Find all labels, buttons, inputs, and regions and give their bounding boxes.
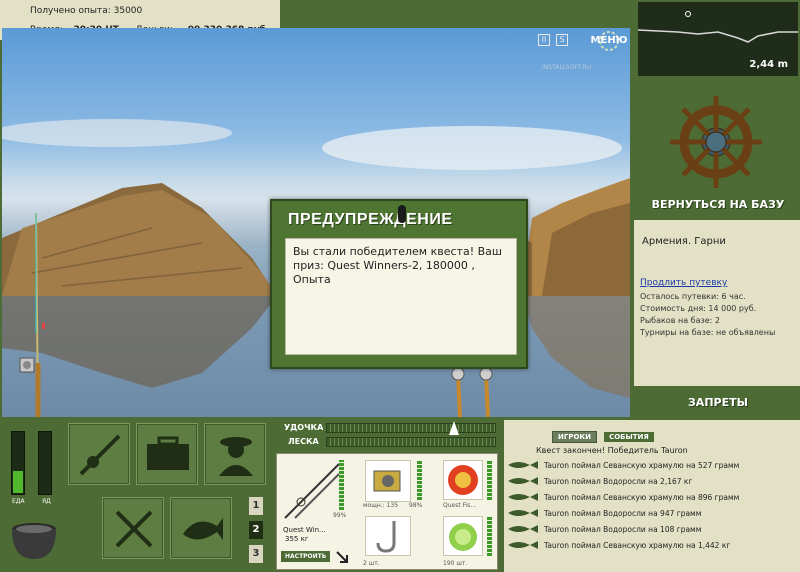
fish-icon [508,525,538,533]
line-slot[interactable] [443,460,483,500]
reel-icon [373,470,401,492]
location-panel: Армения. Гарни Продлить путевку Осталось… [634,220,800,386]
voucher-remaining: Осталось путевки: 6 час. [640,292,746,301]
arrow-icon [336,551,348,563]
fish-icon [508,461,538,469]
rod-tension-bar [326,421,496,435]
fish-icon [508,509,538,517]
quest-finished-text: Квест закончен! Победитель Tauron [536,446,688,455]
sound-icon[interactable]: S [556,34,568,46]
tab-players[interactable]: ИГРОКИ [552,431,597,443]
warning-dialog[interactable]: ПРЕДУПРЕЖДЕНИЕ Вы стали победителем квес… [270,199,528,369]
poison-meter [38,431,52,495]
reel-slot[interactable] [365,460,411,502]
ship-wheel-icon[interactable] [666,92,766,192]
food-meter [11,431,25,495]
line-tension-label: ЛЕСКА [288,437,319,446]
event-text: Tauron поймал Севанскую храмулю на 527 г… [544,461,740,470]
setup-button[interactable]: НАСТРОИТЬ [281,551,331,562]
slider-pointer-icon [449,421,459,435]
reel-power: мощн.: 135 [363,502,399,509]
rod-slot-2[interactable]: 2 [249,521,263,539]
experience-value: 35000 [113,6,143,16]
tab-events[interactable]: СОБЫТИЯ [604,432,654,442]
depth-value: 2,44 m [749,59,788,70]
right-fishing-rods[interactable] [442,368,502,417]
fisherman-button[interactable] [204,423,266,485]
rod-slot-1[interactable]: 1 [249,497,263,515]
food-label: ЕДА [12,498,25,505]
dialog-title: ПРЕДУПРЕЖДЕНИЕ [288,211,453,228]
pause-icon[interactable]: II [538,34,550,46]
fish-icon [508,477,538,485]
tackle-box-icon [147,436,189,470]
event-row: Tauron поймал Водоросли на 2,167 кг [508,474,798,489]
fish-icon [508,541,538,549]
poison-label: ЯД [42,498,51,505]
tackle-panel: 99% Quest Win... 355 кг НАСТРОИТЬ мощн.:… [276,453,498,570]
fish-icon [183,518,223,540]
fisherman-icon [219,437,253,476]
hook-icon [376,521,396,553]
cauldron-icon[interactable] [6,515,62,565]
left-fishing-rod[interactable] [12,213,52,417]
menu-label: МЕНЮ [590,35,628,46]
knife-fork-icon [115,510,153,548]
menu-button[interactable]: МЕНЮ [588,30,630,52]
line-condition-bar [487,460,492,500]
rod-condition-bar [339,460,344,510]
fish-icon [508,493,538,501]
food-meter-fill [13,471,23,493]
fishing-rod-icon [79,434,121,476]
line-tension-bar [326,437,496,447]
rod-slot-3[interactable]: 3 [249,545,263,563]
event-text: Tauron поймал Севанскую храмулю на 896 г… [544,493,740,502]
event-text: Tauron поймал Водоросли на 2,167 кг [544,477,693,486]
hooks-count: 2 шт. [363,560,380,567]
hook-slot[interactable] [365,516,411,556]
tackle-box-button[interactable] [136,423,198,485]
fish-cage-button[interactable] [170,497,232,559]
rod-percent: 99% [333,512,347,519]
depth-minimap[interactable]: 2,44 m [636,0,800,78]
event-row: Tauron поймал Севанскую храмулю на 527 г… [508,458,798,473]
day-cost: Стоимость дня: 14 000 руб. [640,304,757,313]
event-row: Tauron поймал Водоросли на 947 грамм [508,506,798,521]
event-text: Tauron поймал Севанскую храмулю на 1,442… [544,541,731,550]
return-to-base-button[interactable]: ВЕРНУТЬСЯ НА БАЗУ [636,198,800,211]
event-text: Tauron поймал Водоросли на 947 грамм [544,509,702,518]
location-name: Армения. Гарни [642,236,726,247]
tournaments-on-base: Турниры на базе: не объявлены [640,328,776,337]
rods-button[interactable] [68,423,130,485]
line-name: Quest Fis... [443,502,477,509]
events-tabs: ИГРОКИ СОБЫТИЯ [552,424,656,443]
event-row: Tauron поймал Севанскую храмулю на 896 г… [508,490,798,505]
rod-name: Quest Win... [283,526,326,534]
bait-count: 190 шт. [443,560,468,567]
event-text: Tauron поймал Водоросли на 108 грамм [544,525,702,534]
bait-slot[interactable] [443,516,483,556]
experience-row: Получено опыта: 35000 [30,6,142,16]
rod-tension-label: УДОЧКА [284,423,324,432]
bobber-icon [398,205,406,223]
dialog-message: Вы стали победителем квеста! Ваш приз: Q… [285,238,517,355]
bans-button[interactable]: ЗАПРЕТЫ [636,396,800,409]
experience-label: Получено опыта: [30,6,111,16]
extend-voucher-link[interactable]: Продлить путевку [640,278,727,288]
fishers-on-base: Рыбаков на базе: 2 [640,316,720,325]
rod-image-icon[interactable] [281,458,341,522]
bait-condition-bar [487,516,492,556]
events-panel: ИГРОКИ СОБЫТИЯ Квест закончен! Победител… [504,420,800,572]
cabbage-bait-icon [449,523,477,551]
watermark: INSTALLSOFT.RU [542,64,592,71]
event-row: Tauron поймал Водоросли на 108 грамм [508,522,798,537]
rod-weight: 355 кг [285,535,309,543]
reel-condition-bar [417,460,422,500]
event-row: Tauron поймал Севанскую храмулю на 1,442… [508,538,798,553]
fishing-line-spool-icon [448,465,478,495]
reel-percent: 98% [409,502,423,509]
food-button[interactable] [102,497,164,559]
